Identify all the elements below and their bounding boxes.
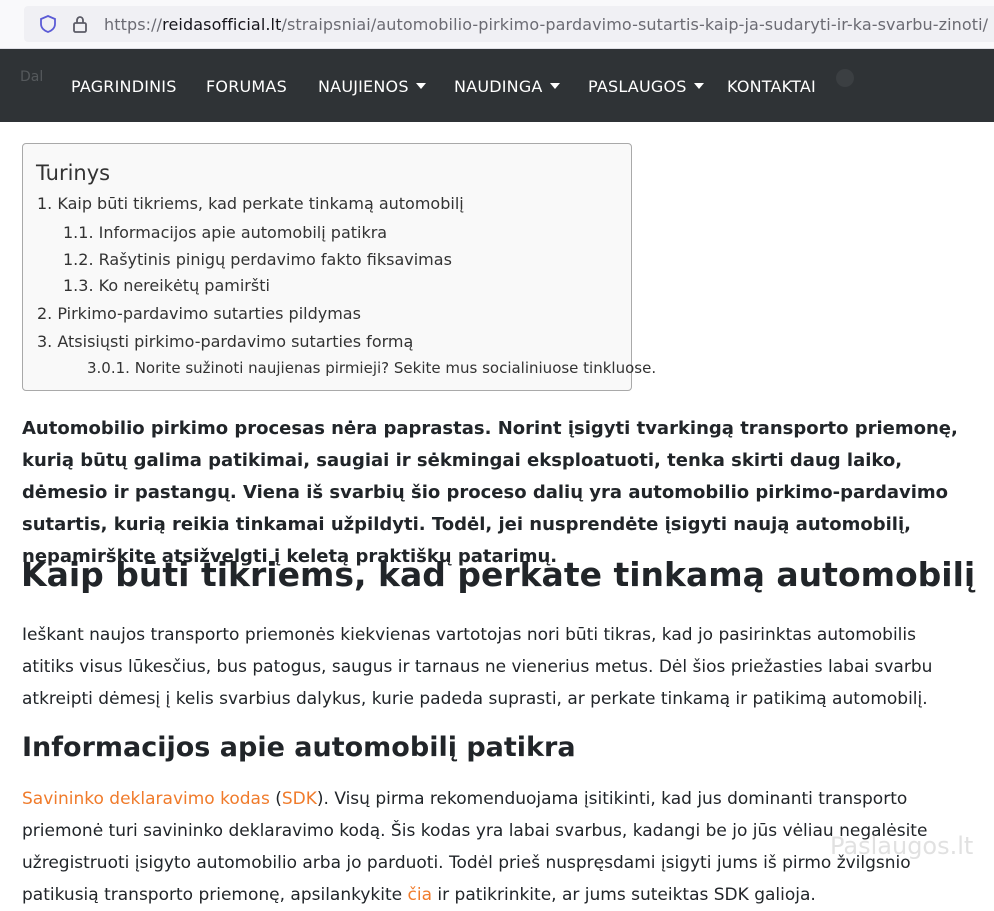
toc-item[interactable]: 1.1. Informacijos apie automobilį patikr… <box>63 223 387 242</box>
watermark: Paslaugos.lt <box>830 832 974 860</box>
share-ghost-text: Dal <box>20 69 44 85</box>
body-paragraph: Ieškant naujos transporto priemonės kiek… <box>22 625 933 709</box>
url-text[interactable]: https://reidasofficial.lt/straipsniai/au… <box>104 15 988 34</box>
toc-item[interactable]: 3. Atsisiųsti pirkimo-pardavimo sutartie… <box>37 332 413 351</box>
toc-item[interactable]: 1.3. Ko nereikėtų pamiršti <box>63 276 270 295</box>
address-bar[interactable]: https://reidasofficial.lt/straipsniai/au… <box>24 6 994 42</box>
nav-item-paslaugos[interactable]: PASLAUGOS <box>588 77 704 96</box>
table-of-contents: Turinys 1. Kaip būti tikriems, kad perka… <box>22 143 656 391</box>
nav-item-forumas[interactable]: FORUMAS <box>206 77 287 96</box>
sdk-link[interactable]: Savininko deklaravimo kodas <box>22 789 270 809</box>
intro-paragraph: Automobilio pirkimo procesas nėra papras… <box>22 418 958 567</box>
toc-item[interactable]: 2. Pirkimo-pardavimo sutarties pildymas <box>37 304 361 323</box>
shield-icon[interactable] <box>38 14 58 34</box>
check-here-link[interactable]: čia <box>408 885 433 905</box>
nav-item-pagrindinis[interactable]: PAGRINDINIS <box>71 77 177 96</box>
nav-item-naudinga[interactable]: NAUDINGA <box>454 77 560 96</box>
ghost-circle-icon <box>836 69 854 87</box>
lock-icon[interactable] <box>70 14 90 34</box>
toc-item[interactable]: 3.0.1. Norite sužinoti naujienas pirmiej… <box>87 359 656 377</box>
toc-item[interactable]: 1. Kaip būti tikriems, kad perkate tinka… <box>37 194 464 213</box>
nav-item-kontaktai[interactable]: KONTAKTAI <box>727 77 816 96</box>
browser-toolbar: https://reidasofficial.lt/straipsniai/au… <box>0 0 994 49</box>
chevron-down-icon <box>693 83 704 89</box>
toc-item[interactable]: 1.2. Rašytinis pinigų perdavimo fakto fi… <box>63 250 452 269</box>
nav-item-naujienos[interactable]: NAUJIENOS <box>318 77 426 96</box>
toc-title: Turinys <box>36 161 111 185</box>
chevron-down-icon <box>549 83 560 89</box>
main-navbar: Dal PAGRINDINIS FORUMAS NAUJIENOS NAUDIN… <box>0 49 994 122</box>
section-heading: Kaip būti tikriems, kad perkate tinkamą … <box>21 555 976 594</box>
chevron-down-icon <box>415 83 426 89</box>
sdk-abbr-link[interactable]: SDK <box>282 789 317 809</box>
subsection-heading: Informacijos apie automobilį patikra <box>22 732 576 763</box>
